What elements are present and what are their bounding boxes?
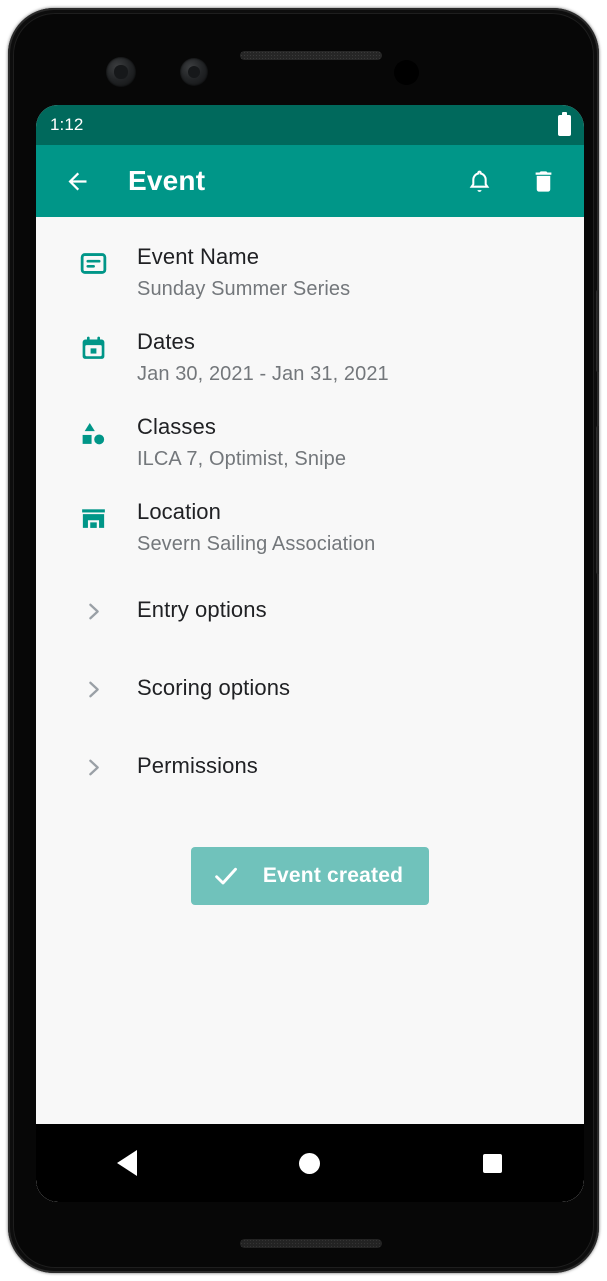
list-item-label: Permissions [137, 753, 258, 778]
ambient-light-sensor [180, 58, 208, 86]
list-item-permissions[interactable]: Permissions [36, 727, 584, 805]
list-item-label: Entry options [137, 597, 267, 622]
app-bar: Event [36, 145, 584, 217]
list-item-value: Severn Sailing Association [137, 533, 376, 555]
battery-full-icon [558, 111, 571, 136]
list-item-label: Classes [137, 414, 216, 439]
list-item-text: Scoring options [137, 674, 290, 702]
delete-button[interactable] [520, 158, 566, 204]
earpiece-speaker-grille [240, 51, 382, 60]
triangle-back-icon [117, 1150, 138, 1176]
category-shapes-icon [76, 416, 110, 450]
circle-home-icon [299, 1152, 321, 1174]
bell-icon [469, 170, 489, 192]
phone-device-frame: 1:12 Event Event Name Sunday Summer Seri… [8, 8, 599, 1273]
page-title: Event [128, 165, 206, 196]
list-item-scoring-options[interactable]: Scoring options [36, 649, 584, 727]
list-item-label: Location [137, 499, 221, 524]
list-item-text: Classes ILCA 7, Optimist, Snipe [137, 413, 346, 474]
list-item-label: Scoring options [137, 675, 291, 700]
chevron-right-icon [76, 595, 110, 629]
list-item-text: Dates Jan 30, 2021 - Jan 31, 2021 [137, 328, 389, 389]
square-recents-icon [483, 1153, 503, 1173]
status-badge[interactable]: Event created [190, 847, 430, 905]
list-item-label: Event Name [137, 244, 260, 269]
volume-button[interactable] [596, 426, 599, 574]
list-item-text: Permissions [137, 752, 258, 780]
snackbar-label: Event created [262, 864, 404, 887]
check-icon [215, 867, 237, 885]
arrow-back-icon [68, 172, 86, 190]
list-item-value: ILCA 7, Optimist, Snipe [137, 448, 347, 470]
android-recents-button[interactable] [448, 1133, 538, 1193]
list-item-value: Jan 30, 2021 - Jan 31, 2021 [137, 363, 389, 385]
android-back-button[interactable] [82, 1133, 172, 1193]
notification-button[interactable] [456, 158, 502, 204]
list-item-text: Entry options [137, 596, 267, 624]
list-item-text: Location Severn Sailing Association [137, 498, 375, 559]
list-item-dates[interactable]: Dates Jan 30, 2021 - Jan 31, 2021 [36, 316, 584, 401]
back-button[interactable] [54, 158, 100, 204]
power-button[interactable] [596, 290, 599, 372]
list-item-label: Dates [137, 329, 195, 354]
list-item-value: Sunday Summer Series [137, 278, 351, 300]
calendar-icon [76, 331, 110, 365]
list-item-text: Event Name Sunday Summer Series [137, 243, 350, 304]
status-bar: 1:12 [36, 105, 584, 145]
list-item-classes[interactable]: Classes ILCA 7, Optimist, Snipe [36, 401, 584, 486]
chevron-right-icon [76, 673, 110, 707]
front-camera-icon [394, 60, 419, 85]
proximity-sensor [106, 57, 136, 87]
android-home-button[interactable] [265, 1133, 355, 1193]
chevron-right-icon [76, 751, 110, 785]
bottom-speaker-grille [240, 1239, 382, 1248]
list-item-entry-options[interactable]: Entry options [36, 571, 584, 649]
trash-icon [535, 170, 551, 192]
list-item-event-name[interactable]: Event Name Sunday Summer Series [36, 231, 584, 316]
status-bar-clock: 1:12 [50, 115, 84, 134]
subject-note-icon [76, 246, 110, 280]
store-icon [76, 501, 110, 535]
android-navigation-bar [36, 1124, 584, 1202]
phone-screen: 1:12 Event Event Name Sunday Summer Seri… [36, 105, 584, 1202]
list-item-location[interactable]: Location Severn Sailing Association [36, 486, 584, 571]
event-detail-list: Event Name Sunday Summer Series Dates Ja… [36, 217, 584, 905]
snackbar-container: Event created [36, 847, 584, 905]
